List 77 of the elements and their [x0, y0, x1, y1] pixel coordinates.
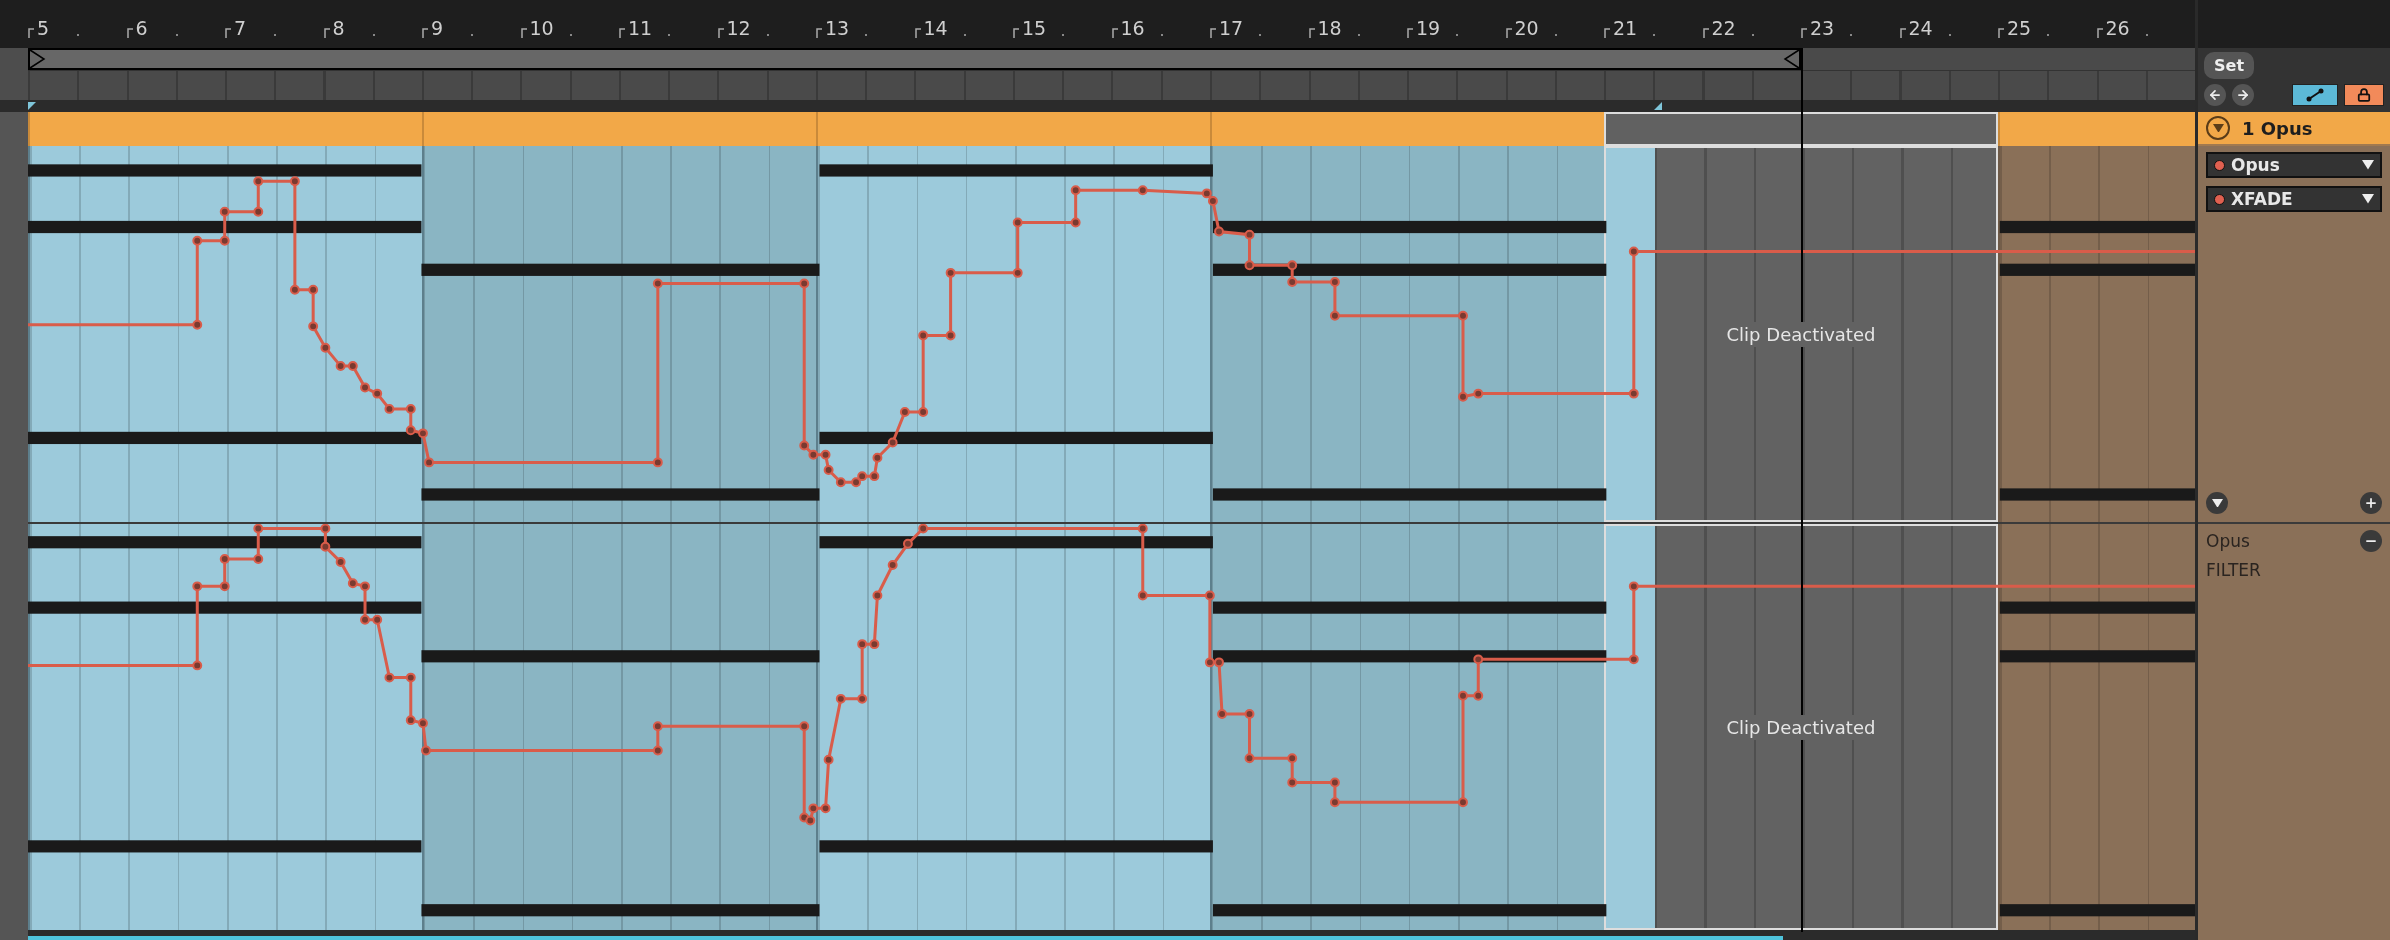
bar-number: 19: [1416, 19, 1441, 38]
previous-button[interactable]: [2204, 84, 2226, 107]
bar-number: 13: [825, 19, 850, 38]
ruler-tick-icon: [1899, 28, 1906, 38]
ruler-tick-icon: [914, 28, 921, 38]
status-dot-icon: [2214, 159, 2225, 171]
clip-header[interactable]: [1998, 112, 2195, 146]
ruler-tick-icon: [1801, 28, 1807, 38]
lock-button[interactable]: [2344, 84, 2384, 107]
ruler-tick-icon: [1998, 28, 2004, 38]
next-button[interactable]: [2232, 84, 2254, 107]
bar-number: 21: [1613, 19, 1638, 38]
lock-icon: [2357, 88, 2371, 103]
scrollbar-thumb[interactable]: [28, 936, 1784, 940]
show-lanes-button[interactable]: [2206, 492, 2228, 514]
track-name: 1 Opus: [2242, 117, 2313, 139]
triangle-down-icon: [2212, 123, 2224, 133]
bar-number: 12: [726, 19, 751, 38]
clip-header[interactable]: [28, 112, 422, 146]
bar-number: 10: [529, 19, 554, 38]
plus-icon: [2364, 496, 2378, 510]
device-name: Opus: [2206, 531, 2250, 551]
ruler-tick-icon: [717, 28, 724, 38]
ruler-tick-icon: [520, 28, 527, 38]
ruler-tick-icon: [1604, 28, 1610, 38]
bar-number: 15: [1022, 19, 1047, 38]
loop-brace[interactable]: [28, 48, 1801, 70]
status-dot-icon: [2214, 193, 2225, 205]
ruler-tick-icon: [422, 28, 428, 38]
bar-number: 17: [1219, 19, 1244, 38]
bar-number: 18: [1317, 19, 1342, 38]
ruler-tick-icon: [225, 28, 231, 38]
clip-header[interactable]: [1210, 112, 1604, 146]
ruler-tick-icon: [1111, 28, 1118, 38]
bar-number: 25: [2007, 19, 2032, 38]
ruler-tick-icon: [323, 28, 330, 38]
fold-button[interactable]: [2206, 116, 2230, 140]
triangle-down-icon: [2362, 194, 2374, 204]
clip-header[interactable]: [816, 112, 1210, 146]
bar-number: 14: [923, 19, 948, 38]
triangle-down-icon: [2362, 160, 2374, 170]
envelope-icon: [2306, 88, 2324, 103]
bar-number: 20: [1514, 19, 1539, 38]
bar-number: 8: [332, 19, 345, 38]
ruler-tick-icon: [1702, 28, 1709, 38]
ruler-tick-icon: [28, 28, 34, 38]
ruler-tick-icon: [619, 28, 625, 38]
device-chooser[interactable]: Opus: [2206, 152, 2382, 178]
parameter-chooser[interactable]: XFADE: [2206, 186, 2382, 212]
bar-number: 24: [1908, 19, 1933, 38]
bar-number: 23: [1810, 19, 1835, 38]
parameter-name: FILTER: [2206, 560, 2262, 580]
ruler-tick-icon: [816, 28, 822, 38]
ruler-tick-icon: [1407, 28, 1413, 38]
clip-marker-icon: [1654, 102, 1662, 110]
ruler-tick-icon: [1210, 28, 1216, 38]
track-header[interactable]: 1 Opus: [2198, 112, 2390, 146]
ruler-tick-icon: [126, 28, 133, 38]
bar-number: 22: [1711, 19, 1736, 38]
start-marker-icon: [28, 102, 36, 110]
bar-number: 16: [1120, 19, 1145, 38]
bar-number: 9: [431, 19, 444, 38]
ruler-tick-icon: [2096, 28, 2103, 38]
triangle-down-icon: [2211, 498, 2223, 508]
ruler-tick-icon: [1505, 28, 1512, 38]
set-button[interactable]: Set: [2204, 52, 2255, 79]
remove-lane-button[interactable]: [2360, 530, 2382, 552]
bar-number: 7: [234, 19, 247, 38]
ruler-tick-icon: [1013, 28, 1019, 38]
bar-number: 26: [2105, 19, 2130, 38]
ruler-tick-icon: [1308, 28, 1315, 38]
add-lane-button[interactable]: [2360, 492, 2382, 514]
bar-number: 6: [135, 19, 148, 38]
clip-header[interactable]: [422, 112, 816, 146]
bar-number: 11: [628, 19, 653, 38]
bar-number: 5: [37, 19, 50, 38]
automation-mode-button[interactable]: [2292, 84, 2338, 107]
